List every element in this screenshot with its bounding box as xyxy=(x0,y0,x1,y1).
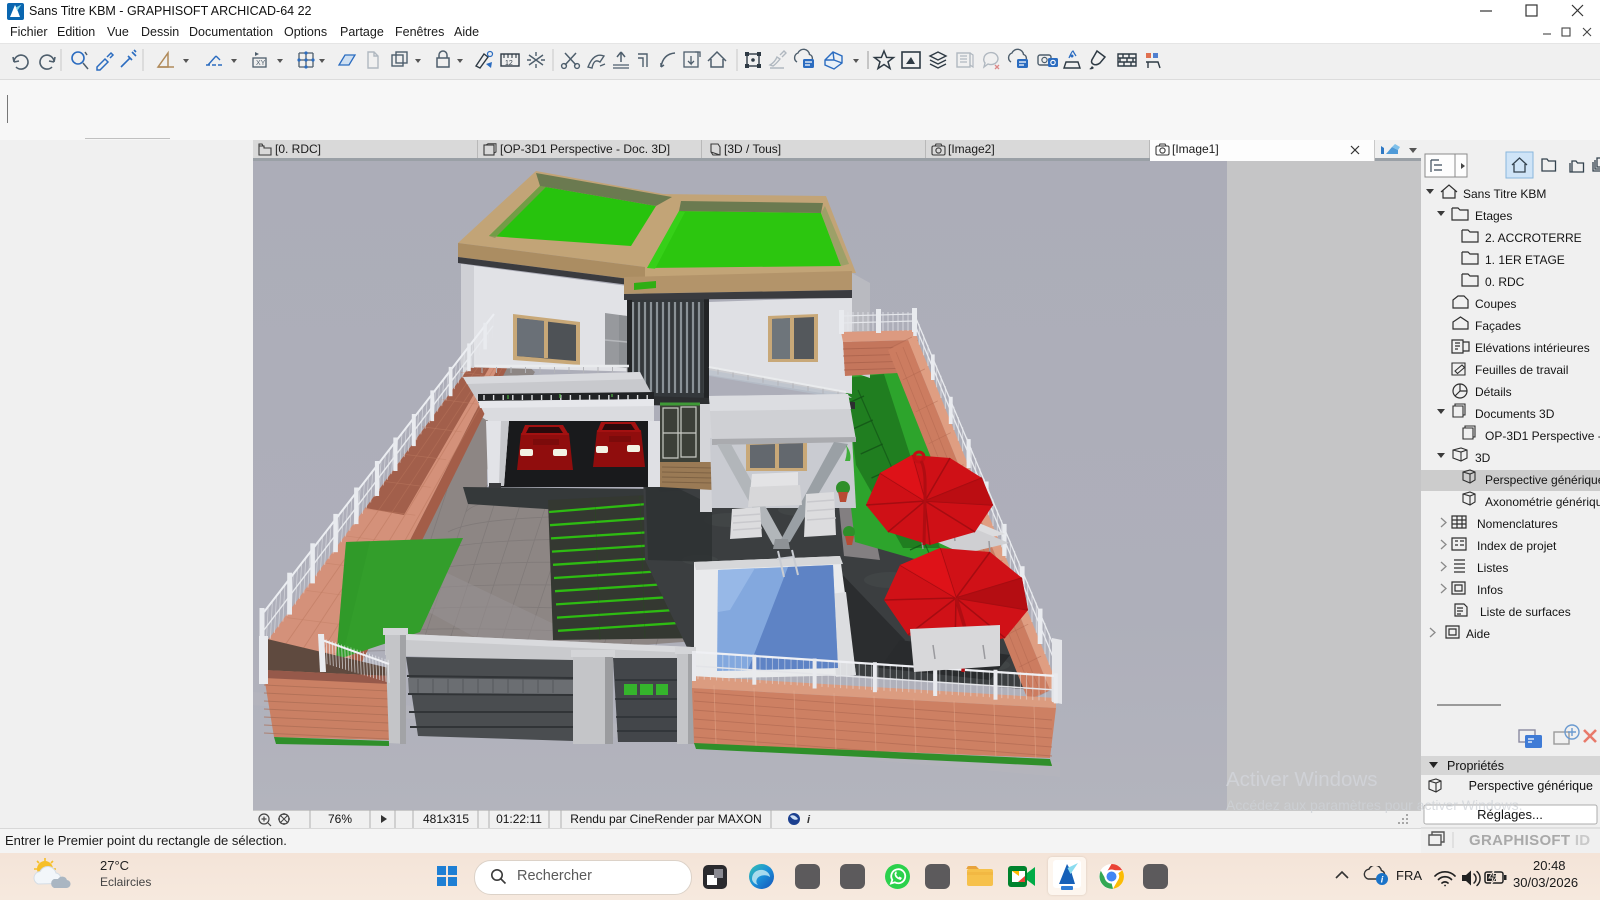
svg-text:Propriétés: Propriétés xyxy=(1447,759,1504,773)
svg-text:GRAPHISOFT ID: GRAPHISOFT ID xyxy=(1469,832,1590,849)
svg-text:Rendu par CineRender par MAXON: Rendu par CineRender par MAXON xyxy=(570,812,761,826)
svg-text:Perspective générique: Perspective générique xyxy=(1469,779,1593,793)
svg-text:01:22:11: 01:22:11 xyxy=(496,812,542,826)
svg-text:76%: 76% xyxy=(328,812,352,826)
svg-text:12: 12 xyxy=(505,60,513,67)
svg-text:481x315: 481x315 xyxy=(423,812,469,826)
svg-text:XY: XY xyxy=(256,60,266,67)
svg-text:i: i xyxy=(807,814,811,826)
